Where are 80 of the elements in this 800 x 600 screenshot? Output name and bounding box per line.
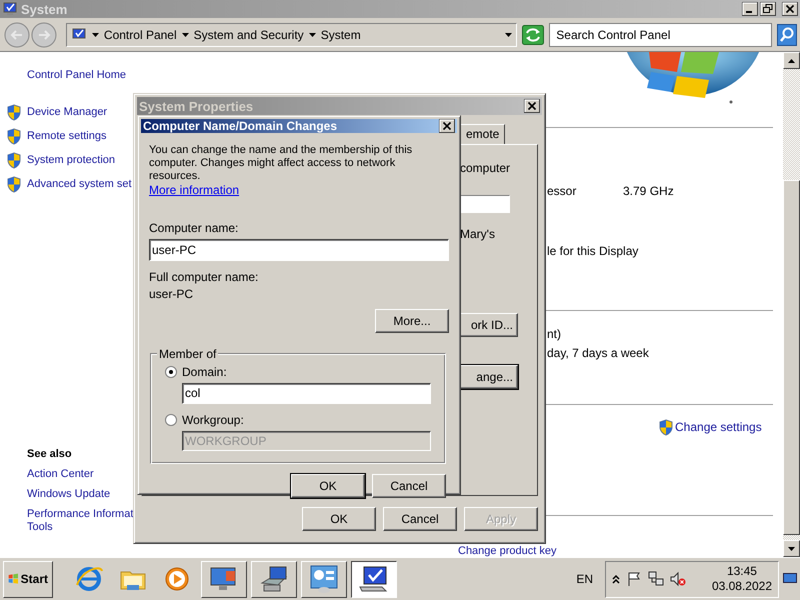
shield-icon	[6, 176, 22, 192]
section-heading: See also	[27, 448, 73, 460]
tab[interactable]: emote	[460, 124, 506, 144]
caret-icon[interactable]	[182, 32, 189, 36]
search-icon[interactable]	[777, 24, 797, 46]
caret-icon[interactable]	[92, 32, 99, 36]
shield-icon	[658, 418, 674, 436]
start-button[interactable]: Start	[3, 560, 53, 598]
dropdown-icon[interactable]	[505, 32, 512, 36]
scrollbar[interactable]	[783, 52, 800, 557]
restore-button[interactable]	[760, 2, 776, 16]
group-label: Member of	[157, 347, 218, 361]
dialog-button[interactable]: OK	[302, 507, 376, 531]
language-indicator[interactable]: EN	[576, 572, 593, 586]
input-field[interactable]	[460, 195, 510, 213]
dialog-button[interactable]: Cancel	[372, 474, 446, 498]
shield-icon	[6, 104, 22, 120]
input-field[interactable]: col	[182, 383, 431, 404]
refresh-icon[interactable]	[522, 24, 544, 44]
shield-icon	[6, 152, 22, 168]
shield-icon	[6, 128, 22, 144]
close-button[interactable]	[439, 119, 455, 133]
change-product-key-link[interactable]: Change product key	[458, 544, 556, 557]
radio-label: Domain:	[182, 365, 227, 379]
taskbar-button[interactable]	[351, 560, 397, 598]
info-label: essor	[547, 184, 578, 198]
panel-text: Mary's	[460, 227, 496, 241]
panel-text: computer	[460, 161, 512, 175]
close-button[interactable]	[782, 2, 798, 16]
sidebar-link[interactable]: Performance Informat Tools	[27, 508, 133, 534]
dialog-button[interactable]: OK	[291, 474, 365, 498]
dialog-button[interactable]: Cancel	[383, 507, 457, 531]
dialog-title: System Properties	[139, 98, 254, 114]
clock[interactable]: 13:45 03.08.2022	[712, 564, 772, 594]
field-label: Full computer name:	[149, 270, 260, 284]
radio-button[interactable]	[165, 414, 177, 426]
date-text: 03.08.2022	[712, 579, 772, 594]
more-information-link[interactable]: More information	[149, 183, 449, 197]
close-button[interactable]	[524, 99, 540, 113]
sidebar-link[interactable]: Windows Update	[27, 488, 133, 501]
sidebar-link[interactable]: Action Center	[27, 468, 133, 481]
sidebar-link[interactable]: Advanced system set	[27, 178, 132, 190]
address-bar[interactable]: Control Panel System and Security System	[66, 22, 518, 46]
sidebar-link[interactable]: System protection	[27, 154, 116, 166]
sidebar-link[interactable]: Control Panel Home	[27, 69, 133, 81]
radio-button[interactable]	[165, 366, 177, 378]
caret-icon[interactable]	[308, 32, 316, 36]
search-field[interactable]: Search Control Panel	[549, 22, 772, 46]
panel-button[interactable]: ange...	[460, 365, 518, 389]
panel-button[interactable]: ork ID...	[460, 313, 518, 337]
input-field[interactable]: user-PC	[149, 239, 449, 261]
window-title: System	[21, 2, 68, 16]
scroll-down-icon[interactable]	[788, 546, 795, 550]
chevron-icon[interactable]	[612, 574, 620, 584]
scroll-up-icon[interactable]	[788, 58, 795, 62]
speaker-muted-icon[interactable]	[670, 571, 686, 587]
info-label: le for this Display	[547, 244, 638, 258]
flag-icon[interactable]	[626, 571, 642, 587]
change-settings-link[interactable]: Change settings	[675, 420, 762, 434]
show-desktop-icon[interactable]	[783, 573, 797, 585]
description-text: You can change the name and the membership of this computer. Changes might affect access to network resources.	[149, 144, 414, 183]
network-icon[interactable]	[648, 571, 664, 587]
computer-icon	[70, 28, 87, 42]
info-label: day, 7 days a week	[547, 346, 649, 360]
control-panel-icon	[308, 563, 340, 595]
breadcrumb-item[interactable]: Control Panel	[104, 28, 177, 42]
time-text: 13:45	[726, 564, 757, 579]
field-label: Computer name:	[149, 221, 240, 235]
breadcrumb-item[interactable]: System	[320, 28, 361, 42]
info-value: 3.79 GHz	[623, 184, 674, 198]
field-value: user-PC	[149, 287, 194, 301]
info-label: nt)	[547, 327, 562, 342]
computer-icon	[2, 2, 17, 16]
breadcrumb-item[interactable]: System and Security	[194, 28, 304, 42]
minimize-button[interactable]	[742, 2, 758, 16]
sidebar-link[interactable]: Device Manager	[27, 106, 108, 118]
dialog-title: Computer Name/Domain Changes	[143, 119, 338, 133]
more-button[interactable]: More...	[375, 309, 449, 333]
sidebar-link[interactable]: Remote settings	[27, 130, 106, 142]
radio-label: Workgroup:	[182, 412, 244, 426]
